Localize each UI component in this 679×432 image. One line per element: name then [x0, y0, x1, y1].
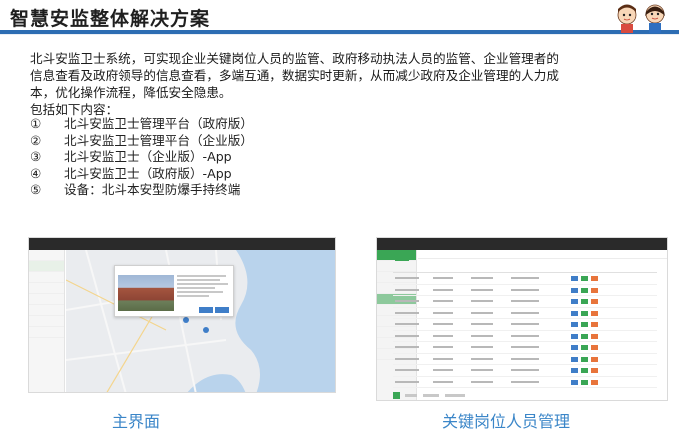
row-action-button [591, 287, 598, 293]
row-action-button [581, 322, 588, 327]
row-action-button [581, 379, 588, 385]
tab-bar [418, 250, 667, 259]
popup-details [177, 275, 231, 305]
row-action-button [571, 276, 578, 281]
sidebar-item [29, 261, 64, 272]
page-title: 智慧安监整体解决方案 [10, 8, 211, 30]
row-action-button [581, 287, 588, 293]
row-action-button [571, 322, 578, 327]
list-item-number: ② [30, 132, 42, 148]
row-action-button [591, 345, 598, 350]
list-item: ⑤ 设备：北斗本安型防爆手持终端 [30, 182, 253, 199]
table-row [393, 319, 657, 331]
list-item-text: 北斗安监卫士（企业版）-App [64, 149, 232, 165]
row-action-button [581, 310, 588, 316]
list-item-number: ⑤ [30, 182, 42, 198]
row-action-button [591, 356, 598, 362]
row-action-button [581, 345, 588, 350]
list-item-number: ③ [30, 149, 42, 165]
sidebar-item [29, 305, 64, 316]
table-row [393, 354, 657, 365]
list-item-number: ① [30, 116, 42, 131]
list-item: ③ 北斗安监卫士（企业版）-App [30, 149, 253, 166]
row-action-button [581, 368, 588, 373]
row-action-button [591, 333, 598, 339]
row-action-button [571, 310, 578, 316]
row-action-button [571, 379, 578, 385]
map-view [66, 250, 335, 392]
site-photo [118, 275, 174, 311]
row-action-button [581, 299, 588, 304]
table-row [393, 342, 657, 354]
list-item-number: ④ [30, 165, 42, 181]
popup-button [215, 307, 229, 313]
row-action-button [571, 287, 578, 293]
caption-main-interface: 主界面 [112, 412, 161, 431]
sidebar-item [29, 294, 64, 305]
personnel-table [393, 266, 657, 388]
row-action-button [591, 299, 598, 304]
row-action-button [571, 299, 578, 304]
main-interface-screenshot [28, 237, 336, 393]
content-list: ① 北斗安监卫士管理平台（政府版） ② 北斗安监卫士管理平台（企业版） ③ 北斗… [30, 116, 253, 199]
location-popup [114, 265, 234, 317]
row-action-button [581, 356, 588, 362]
personnel-management-screenshot [376, 237, 668, 401]
list-item-text: 设备：北斗本安型防爆手持终端 [64, 182, 241, 198]
popup-header [115, 266, 233, 270]
row-action-button [591, 368, 598, 373]
table-row [393, 331, 657, 342]
screenshot-topbar [377, 238, 667, 250]
row-action-button [591, 276, 598, 281]
sidebar-item [29, 272, 64, 283]
sidebar-item [29, 316, 64, 327]
list-item-text: 北斗安监卫士（政府版）-App [64, 165, 232, 181]
list-item: ① 北斗安监卫士管理平台（政府版） [30, 116, 253, 133]
table-row [393, 285, 657, 296]
sidebar-item [29, 283, 64, 294]
sidebar-item [29, 250, 64, 261]
list-item: ② 北斗安监卫士管理平台（企业版） [30, 133, 253, 150]
row-action-button [571, 333, 578, 339]
list-item-text: 北斗安监卫士管理平台（政府版） [64, 116, 253, 131]
row-action-button [571, 345, 578, 350]
table-row [393, 273, 657, 285]
row-action-button [591, 322, 598, 327]
list-item: ④ 北斗安监卫士（政府版）-App [30, 166, 253, 183]
screenshot-sidebar [29, 250, 65, 392]
intro-paragraph: 北斗安监卫士系统，可实现企业关键岗位人员的监管、政府移动执法人员的监管、企业管理… [30, 51, 559, 100]
table-row [393, 296, 657, 308]
mascot-illustration [617, 4, 665, 33]
row-action-button [591, 379, 598, 385]
row-action-button [591, 310, 598, 316]
screenshot-topbar [29, 238, 335, 250]
table-row [393, 365, 657, 377]
row-action-button [581, 333, 588, 339]
sidebar-item [29, 327, 64, 338]
row-action-button [571, 368, 578, 373]
pagination [393, 384, 483, 399]
table-header [393, 266, 657, 273]
row-action-button [571, 356, 578, 362]
title-underline-shadow [0, 34, 679, 35]
table-row [393, 308, 657, 319]
list-item-text: 北斗安监卫士管理平台（企业版） [64, 132, 253, 148]
caption-personnel-management: 关键岗位人员管理 [442, 412, 571, 431]
add-button [395, 254, 409, 261]
row-action-button [581, 276, 588, 281]
popup-button [199, 307, 213, 313]
